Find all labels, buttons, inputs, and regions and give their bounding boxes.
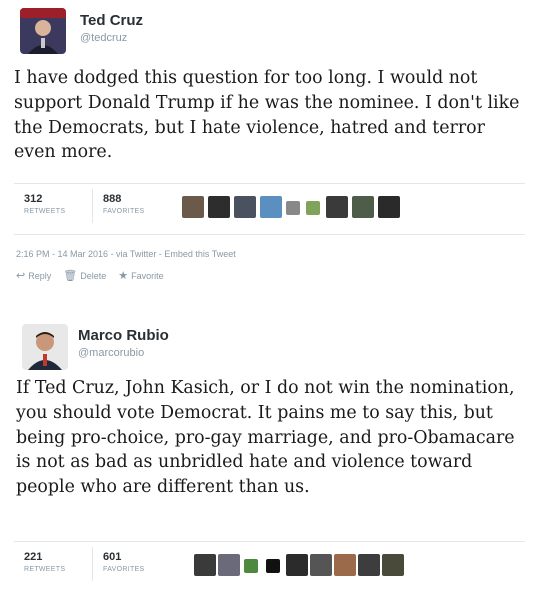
favoriter-avatar[interactable] (286, 201, 300, 215)
favorites-label: FAVORITES (103, 566, 145, 573)
trash-icon: 🗑 (63, 270, 78, 282)
handle[interactable]: @marcorubio (78, 347, 144, 359)
display-name[interactable]: Marco Rubio (78, 327, 169, 344)
favoriter-avatar[interactable] (352, 196, 374, 218)
tweet-timestamp[interactable]: 2:16 PM - 14 Mar 2016 - via Twitter - Em… (16, 249, 236, 259)
tweet-ted-cruz: Ted Cruz @tedcruz I have dodged this que… (0, 0, 539, 300)
retweets-stat[interactable]: 221 RETWEETS (24, 551, 65, 573)
tweet-marco-rubio: Marco Rubio @marcorubio If Ted Cruz, Joh… (0, 310, 539, 591)
favoriter-avatar[interactable] (326, 196, 348, 218)
retweets-count: 221 (24, 551, 43, 563)
tweet-text: If Ted Cruz, John Kasich, or I do not wi… (16, 378, 515, 498)
favorites-stat[interactable]: 601 FAVORITES (92, 547, 144, 581)
tweet-stats: 221 RETWEETS 601 FAVORITES (14, 541, 525, 592)
reply-label: Reply (28, 270, 52, 281)
avatar-image (20, 8, 66, 54)
favorites-count: 888 (103, 193, 122, 205)
avatar[interactable] (20, 8, 66, 54)
favoriter-avatar[interactable] (218, 554, 240, 576)
favoriter-avatar[interactable] (260, 196, 282, 218)
retweets-label: RETWEETS (24, 208, 66, 215)
reply-icon: ↩ (16, 270, 26, 282)
favoriter-avatar[interactable] (382, 554, 404, 576)
tweet-actions: ↩ Reply 🗑 Delete ★ Favorite (16, 269, 164, 282)
avatar[interactable] (22, 324, 68, 370)
favoriter-avatar[interactable] (286, 554, 308, 576)
favoriter-avatar[interactable] (334, 554, 356, 576)
favoriter-avatar[interactable] (310, 554, 332, 576)
retweets-count: 312 (24, 193, 43, 205)
favorites-stat[interactable]: 888 FAVORITES (92, 189, 144, 223)
favoriter-avatar[interactable] (234, 196, 256, 218)
retweets-stat[interactable]: 312 RETWEETS (24, 193, 65, 215)
delete-button[interactable]: 🗑 Delete (63, 269, 106, 282)
delete-label: Delete (80, 270, 107, 281)
favoriter-avatar[interactable] (358, 554, 380, 576)
favorite-label: Favorite (131, 270, 164, 281)
favoriter-avatar[interactable] (244, 559, 258, 573)
favoriter-avatar[interactable] (306, 201, 320, 215)
favoriter-avatar[interactable] (208, 196, 230, 218)
tweet-stats: 312 RETWEETS 888 FAVORITES (14, 183, 525, 235)
favoriter-avatar[interactable] (378, 196, 400, 218)
handle[interactable]: @tedcruz (80, 32, 127, 44)
avatar-image (22, 324, 68, 370)
tweet-text: I have dodged this question for too long… (14, 68, 520, 163)
display-name[interactable]: Ted Cruz (80, 12, 143, 29)
favorites-label: FAVORITES (103, 208, 145, 215)
retweets-label: RETWEETS (24, 566, 66, 573)
favoriter-avatar[interactable] (194, 554, 216, 576)
reply-button[interactable]: ↩ Reply (16, 269, 51, 282)
star-icon: ★ (118, 270, 129, 282)
favoriter-avatar[interactable] (182, 196, 204, 218)
favoriter-avatar[interactable] (266, 559, 280, 573)
favorite-button[interactable]: ★ Favorite (118, 269, 163, 282)
favorites-count: 601 (103, 551, 122, 563)
